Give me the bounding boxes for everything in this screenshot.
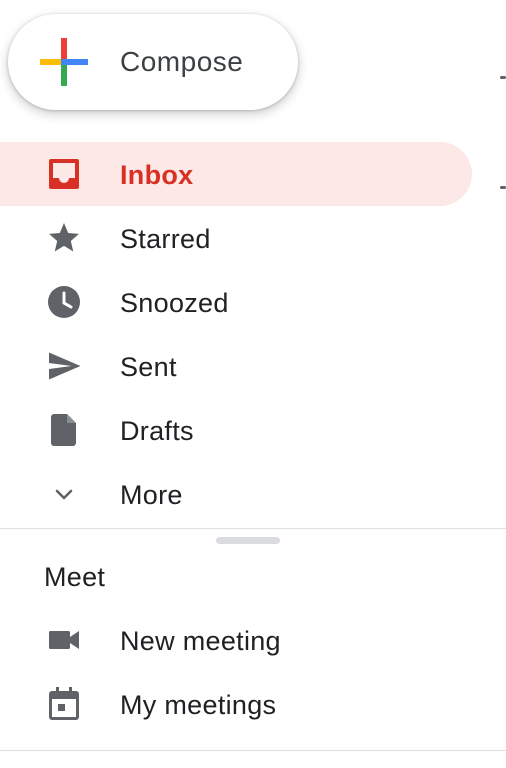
meet-list: New meeting My meetings xyxy=(0,608,472,736)
meet-item-label: My meetings xyxy=(120,690,277,720)
clock-icon xyxy=(44,284,84,320)
compose-label: Compose xyxy=(120,46,244,77)
edge-mark xyxy=(500,186,506,189)
section-divider xyxy=(0,528,506,529)
section-divider xyxy=(0,750,506,751)
meet-section-title: Meet xyxy=(44,562,106,592)
sidebar-item-inbox[interactable]: Inbox xyxy=(0,142,472,206)
sidebar-item-label: Sent xyxy=(120,352,177,382)
resize-handle[interactable] xyxy=(216,537,280,544)
video-camera-icon xyxy=(44,622,84,658)
inbox-icon xyxy=(44,156,84,192)
meet-item-new-meeting[interactable]: New meeting xyxy=(0,608,472,672)
plus-multicolor-icon xyxy=(40,38,88,86)
meet-item-label: New meeting xyxy=(120,626,281,656)
sidebar-item-label: Inbox xyxy=(120,160,194,190)
sidebar-item-label: More xyxy=(120,480,183,510)
sidebar-item-snoozed[interactable]: Snoozed xyxy=(0,270,472,334)
sidebar-item-more[interactable]: More xyxy=(0,462,472,526)
sidebar-nav: Inbox Starred Snoozed Sent Drafts More xyxy=(0,142,472,526)
sidebar-item-sent[interactable]: Sent xyxy=(0,334,472,398)
sidebar-item-label: Starred xyxy=(120,224,211,254)
compose-button[interactable]: Compose xyxy=(8,14,298,110)
edge-mark xyxy=(500,76,506,79)
meet-item-my-meetings[interactable]: My meetings xyxy=(0,672,472,736)
sidebar-item-starred[interactable]: Starred xyxy=(0,206,472,270)
calendar-icon xyxy=(44,686,84,722)
chevron-down-icon xyxy=(44,476,84,512)
sidebar-item-drafts[interactable]: Drafts xyxy=(0,398,472,462)
send-icon xyxy=(44,348,84,384)
star-icon xyxy=(44,220,84,256)
sidebar-item-label: Drafts xyxy=(120,416,194,446)
draft-icon xyxy=(44,412,84,448)
sidebar-item-label: Snoozed xyxy=(120,288,229,318)
